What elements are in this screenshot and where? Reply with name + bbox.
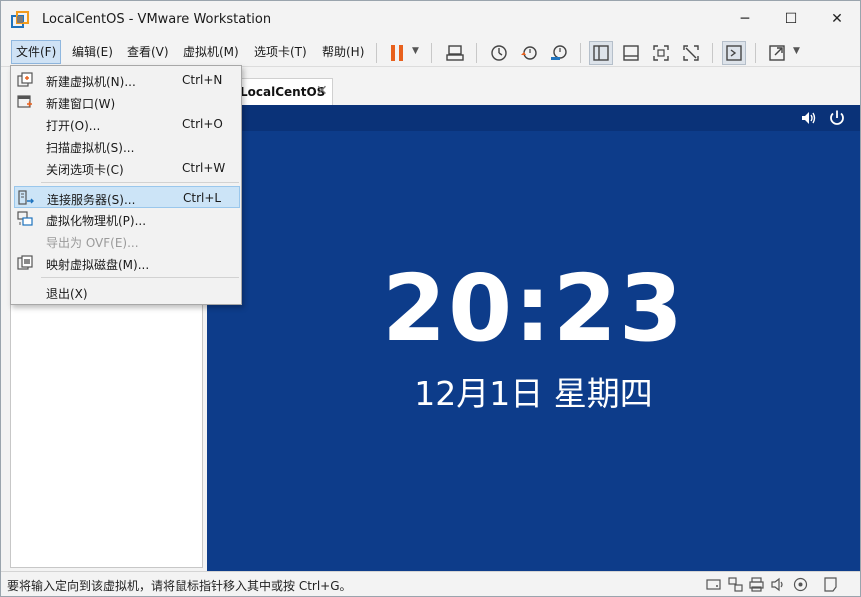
unity-icon xyxy=(683,45,699,61)
tab-close-icon[interactable]: ✕ xyxy=(316,83,328,99)
new-window-icon xyxy=(17,95,32,108)
snapshot-revert-icon xyxy=(521,46,537,60)
window-title: LocalCentOS - VMware Workstation xyxy=(42,12,272,27)
display-icon[interactable] xyxy=(792,576,809,593)
vmware-logo-icon xyxy=(11,11,29,28)
menu-item-shortcut: Ctrl+W xyxy=(182,161,226,175)
menu-item-label: 连接服务器(S)... xyxy=(47,193,136,207)
menu-file[interactable]: 文件(F) xyxy=(11,40,62,64)
toolbar-separator xyxy=(755,43,756,63)
menu-item-close-tab[interactable]: 关闭选项卡(C) Ctrl+W xyxy=(14,157,240,179)
lock-screen-clock: 20:23 xyxy=(382,255,685,362)
printer-icon[interactable] xyxy=(748,576,765,593)
sound-card-icon[interactable] xyxy=(770,576,787,593)
menu-item-new-vm[interactable]: 新建虚拟机(N)... Ctrl+N xyxy=(14,69,240,91)
menu-item-open[interactable]: 打开(O)... Ctrl+O xyxy=(14,113,240,135)
power-icon[interactable] xyxy=(828,109,846,127)
menu-item-connect-server[interactable]: 连接服务器(S)... Ctrl+L xyxy=(14,186,240,208)
fullscreen-icon xyxy=(653,45,669,61)
maximize-button[interactable]: ☐ xyxy=(768,1,814,37)
console-view-icon xyxy=(623,45,639,61)
menu-item-new-window[interactable]: 新建窗口(W) xyxy=(14,91,240,113)
network-icon[interactable] xyxy=(727,576,744,593)
file-menu-dropdown: 新建虚拟机(N)... Ctrl+N 新建窗口(W) 打开(O)... Ctrl… xyxy=(10,65,242,305)
tab-strip: LocalCentOS ✕ xyxy=(207,71,860,105)
snapshot-take-icon xyxy=(491,45,507,61)
snapshot-manager-button[interactable] xyxy=(547,41,571,65)
menu-item-map-virtual-disk[interactable]: 映射虚拟磁盘(M)... xyxy=(14,252,240,274)
status-bar: 要将输入定向到该虚拟机，请将鼠标指针移入其中或按 Ctrl+G。 xyxy=(1,571,860,596)
connect-server-icon xyxy=(18,190,34,205)
close-icon: ✕ xyxy=(831,11,843,27)
title-bar: LocalCentOS - VMware Workstation ─ ☐ ✕ xyxy=(1,1,860,37)
terminal-icon xyxy=(726,45,742,61)
minimize-icon: ─ xyxy=(740,11,750,27)
stretch-icon xyxy=(769,45,785,61)
menu-help[interactable]: 帮助(H) xyxy=(318,40,368,64)
send-keys-icon xyxy=(446,45,464,61)
show-library-button[interactable] xyxy=(589,41,613,65)
toolbar-separator xyxy=(712,43,713,63)
menu-item-label: 打开(O)... xyxy=(46,119,101,133)
stretch-guest-button[interactable] xyxy=(765,41,789,65)
menu-view[interactable]: 查看(V) xyxy=(123,40,173,64)
console-view-button[interactable] xyxy=(619,41,643,65)
menu-item-shortcut: Ctrl+O xyxy=(182,117,223,131)
toolbar-separator xyxy=(476,43,477,63)
toolbar-separator xyxy=(431,43,432,63)
pause-button[interactable] xyxy=(385,41,409,65)
tab-localcentos[interactable]: LocalCentOS ✕ xyxy=(229,78,333,105)
vm-console[interactable]: 20:23 12月1日 星期四 xyxy=(207,105,860,571)
close-button[interactable]: ✕ xyxy=(814,1,860,37)
hard-disk-icon[interactable] xyxy=(705,576,722,593)
menu-edit[interactable]: 编辑(E) xyxy=(68,40,117,64)
message-log-icon[interactable] xyxy=(822,576,839,593)
menu-item-label: 虚拟化物理机(P)... xyxy=(46,214,147,228)
menu-item-virtualize-physical[interactable]: 虚拟化物理机(P)... xyxy=(14,208,240,230)
lock-screen-date: 12月1日 星期四 xyxy=(414,374,653,413)
minimize-button[interactable]: ─ xyxy=(722,1,768,37)
console-terminal-button[interactable] xyxy=(722,41,746,65)
send-ctrl-alt-del-button[interactable] xyxy=(443,41,467,65)
volume-icon[interactable] xyxy=(800,109,818,127)
menu-item-scan-vms[interactable]: 扫描虚拟机(S)... xyxy=(14,135,240,157)
maximize-icon: ☐ xyxy=(784,11,798,27)
new-vm-icon xyxy=(17,72,33,87)
menu-item-label: 退出(X) xyxy=(46,287,88,301)
menu-separator xyxy=(41,277,239,278)
snapshot-manager-icon xyxy=(551,45,567,60)
unity-button[interactable] xyxy=(679,41,703,65)
menu-item-label: 新建窗口(W) xyxy=(46,97,116,111)
toolbar-separator xyxy=(580,43,581,63)
pause-dropdown-caret[interactable]: ▼ xyxy=(412,46,419,56)
menu-bar: 文件(F) 编辑(E) 查看(V) 虚拟机(M) 选项卡(T) 帮助(H) ▼ xyxy=(1,37,860,67)
pause-icon xyxy=(391,45,403,61)
virtualize-pc-icon xyxy=(17,211,33,226)
menu-item-label: 映射虚拟磁盘(M)... xyxy=(46,258,150,272)
toolbar-separator xyxy=(376,43,377,63)
map-disk-icon xyxy=(17,255,33,270)
full-screen-button[interactable] xyxy=(649,41,673,65)
library-view-icon xyxy=(593,45,609,61)
revert-snapshot-button[interactable] xyxy=(517,41,541,65)
menu-item-label: 新建虚拟机(N)... xyxy=(46,75,136,89)
tab-label: LocalCentOS xyxy=(240,85,326,99)
guest-top-bar xyxy=(207,105,860,131)
menu-item-export-ovf: 导出为 OVF(E)... xyxy=(14,230,240,252)
stretch-dropdown-caret[interactable]: ▼ xyxy=(793,46,800,56)
take-snapshot-button[interactable] xyxy=(487,41,511,65)
status-message: 要将输入定向到该虚拟机，请将鼠标指针移入其中或按 Ctrl+G。 xyxy=(7,579,352,593)
menu-item-label: 扫描虚拟机(S)... xyxy=(46,141,135,155)
vmware-window: LocalCentOS - VMware Workstation ─ ☐ ✕ 文… xyxy=(0,0,861,597)
menu-item-shortcut: Ctrl+L xyxy=(183,191,222,205)
menu-item-exit[interactable]: 退出(X) xyxy=(14,281,240,303)
menu-item-label: 关闭选项卡(C) xyxy=(46,163,124,177)
menu-vm[interactable]: 虚拟机(M) xyxy=(179,40,243,64)
menu-separator xyxy=(41,182,239,183)
menu-item-shortcut: Ctrl+N xyxy=(182,73,223,87)
menu-item-label: 导出为 OVF(E)... xyxy=(46,236,139,250)
menu-tabs[interactable]: 选项卡(T) xyxy=(250,40,311,64)
